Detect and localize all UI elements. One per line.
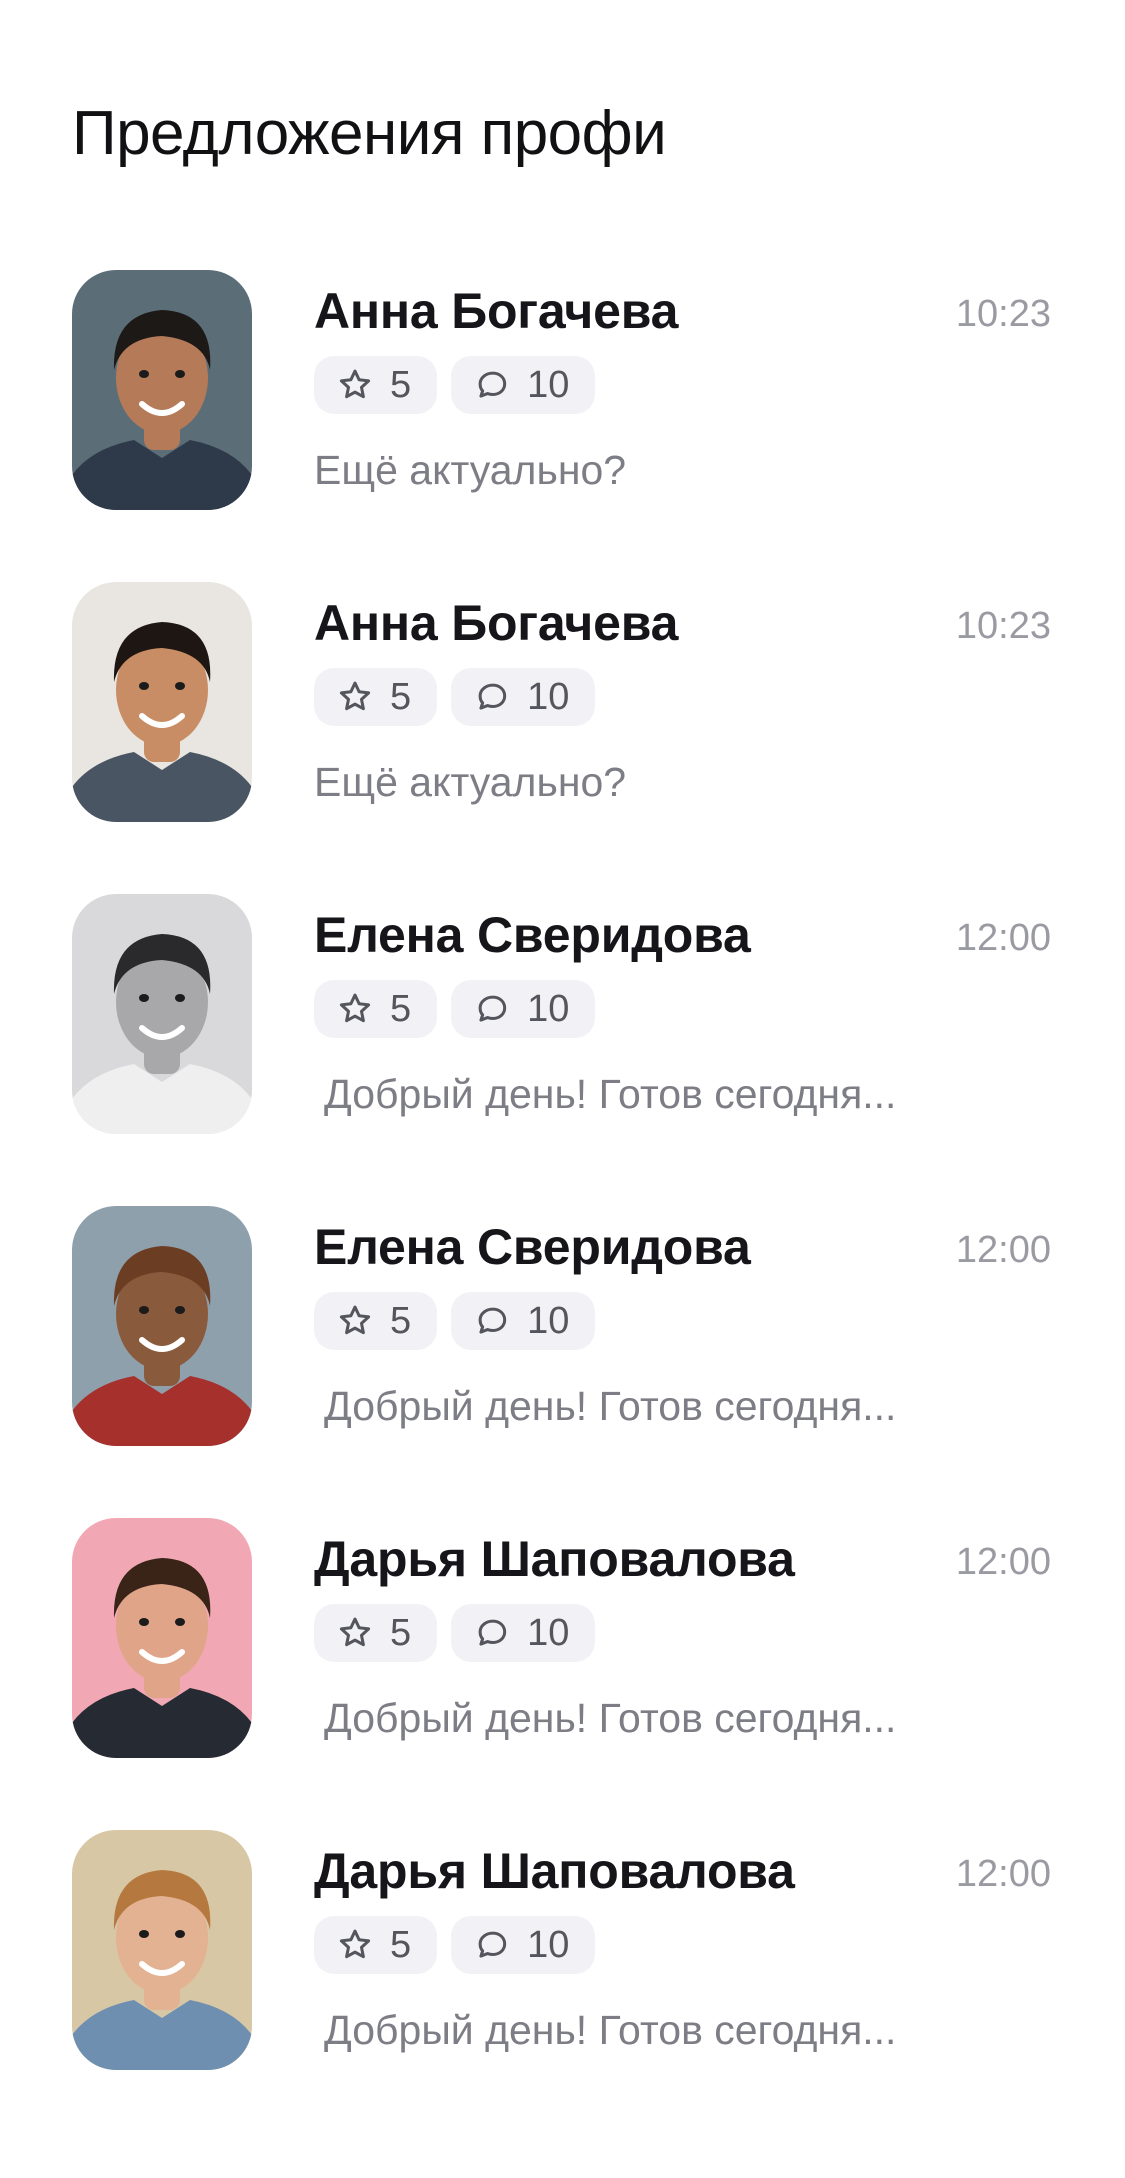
offer-stats: 5 10 [314,1916,596,1974]
offer-message-preview: Ещё актуально? [314,447,627,493]
rating-value: 5 [390,363,412,406]
avatar-portrait-man-dreadlocks-hiking[interactable] [72,1206,252,1446]
chat-bubble-icon [473,1302,511,1340]
offer-time: 10:23 [955,605,1051,647]
rating-chip: 5 [314,1292,438,1350]
reviews-value: 10 [527,1611,570,1654]
offer-name: Анна Богачева [314,595,679,651]
star-icon [336,1614,374,1652]
offer-time: 12:00 [955,1229,1051,1271]
offer-time: 10:23 [955,293,1051,335]
offer-message-preview: Добрый день! Готов сегодня... [324,1383,897,1429]
offer-name: Дарья Шаповалова [314,1531,795,1587]
chat-bubble-icon [473,366,511,404]
avatar-photo [72,1518,252,1758]
reviews-value: 10 [527,1299,570,1342]
rating-value: 5 [390,675,412,718]
avatar-portrait-man-beard-pink-background[interactable] [72,1518,252,1758]
offer-name: Дарья Шаповалова [314,1843,795,1899]
reviews-value: 10 [527,363,570,406]
chat-bubble-icon [473,678,511,716]
offer-message-preview: Ещё актуально? [314,759,627,805]
offer-name: Анна Богачева [314,283,679,339]
offer-message-preview: Добрый день! Готов сегодня... [324,2007,897,2053]
reviews-value: 10 [527,1923,570,1966]
offer-stats: 5 10 [314,356,596,414]
offer-time: 12:00 [955,1853,1051,1895]
offer-stats: 5 10 [314,980,596,1038]
rating-chip: 5 [314,1916,438,1974]
offer-name: Елена Сверидова [314,1219,751,1275]
reviews-value: 10 [527,987,570,1030]
rating-value: 5 [390,987,412,1030]
reviews-chip: 10 [451,356,596,414]
offer-list-item[interactable]: Анна Богачева 10:23 5 10 Ещё актуально? [0,582,1125,894]
offer-list-item[interactable]: Дарья Шаповалова 12:00 5 10 Добрый день!… [0,1830,1125,2142]
star-icon [336,1302,374,1340]
reviews-chip: 10 [451,668,596,726]
avatar-photo [72,582,252,822]
offer-message-preview: Добрый день! Готов сегодня... [324,1695,897,1741]
avatar-photo [72,894,252,1134]
offer-stats: 5 10 [314,668,596,726]
offer-list-item[interactable]: Дарья Шаповалова 12:00 5 10 Добрый день!… [0,1518,1125,1830]
avatar-photo [72,1830,252,2070]
avatar-portrait-man-dark-hair-smiling[interactable] [72,582,252,822]
page-title: Предложения профи [72,99,667,168]
reviews-chip: 10 [451,1292,596,1350]
star-icon [336,990,374,1028]
offer-list: Анна Богачева 10:23 5 10 Ещё актуально? … [0,270,1125,2142]
reviews-value: 10 [527,675,570,718]
rating-chip: 5 [314,356,438,414]
rating-value: 5 [390,1923,412,1966]
rating-value: 5 [390,1611,412,1654]
rating-chip: 5 [314,1604,438,1662]
star-icon [336,366,374,404]
avatar-photo [72,270,252,510]
offer-list-item[interactable]: Анна Богачева 10:23 5 10 Ещё актуально? [0,270,1125,582]
rating-chip: 5 [314,980,438,1038]
offer-stats: 5 10 [314,1604,596,1662]
star-icon [336,1926,374,1964]
avatar-portrait-man-glasses-smiling[interactable] [72,270,252,510]
offer-list-item[interactable]: Елена Сверидова 12:00 5 10 Добрый день! … [0,894,1125,1206]
offer-time: 12:00 [955,917,1051,959]
avatar-portrait-woman-denim-jacket[interactable] [72,1830,252,2070]
chat-bubble-icon [473,1926,511,1964]
offer-list-item[interactable]: Елена Сверидова 12:00 5 10 Добрый день! … [0,1206,1125,1518]
offer-name: Елена Сверидова [314,907,751,963]
avatar-photo [72,1206,252,1446]
reviews-chip: 10 [451,1604,596,1662]
offer-time: 12:00 [955,1541,1051,1583]
rating-value: 5 [390,1299,412,1342]
offer-message-preview: Добрый день! Готов сегодня... [324,1071,897,1117]
reviews-chip: 10 [451,1916,596,1974]
reviews-chip: 10 [451,980,596,1038]
offer-stats: 5 10 [314,1292,596,1350]
chat-bubble-icon [473,1614,511,1652]
chat-bubble-icon [473,990,511,1028]
rating-chip: 5 [314,668,438,726]
star-icon [336,678,374,716]
avatar-portrait-man-black-and-white[interactable] [72,894,252,1134]
